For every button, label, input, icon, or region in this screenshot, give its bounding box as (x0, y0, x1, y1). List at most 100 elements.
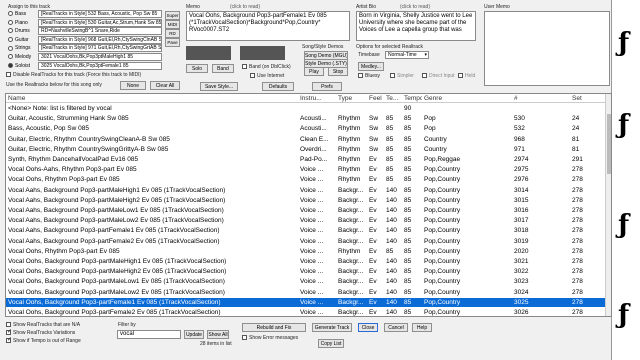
artist-bio-box[interactable]: Born in Virginia, Shelly Justice went to… (356, 11, 476, 41)
track-realtrack-field[interactable]: RD=NashvilleSwingB^1 Snare,Ride (38, 27, 162, 36)
table-row[interactable]: Vocal Oohs-Aahs, Rhythm Pop3-part Ev 085… (6, 165, 606, 174)
use-internet-option[interactable]: Use Internet (250, 73, 284, 79)
track-realtrack-field[interactable]: [RealTracks in Style] 971 Guit,El,Rh,Cty… (38, 44, 162, 53)
medley-button[interactable]: Medley... (358, 62, 384, 71)
column-header[interactable]: Instru... (300, 94, 336, 103)
clear-all-button[interactable]: Clear All (150, 81, 180, 90)
table-cell: 90 (404, 105, 412, 112)
show-na-option[interactable]: Show RealTracks that are N/A (6, 322, 80, 328)
help-button[interactable]: Help (412, 323, 432, 332)
track-radio-soloist[interactable]: Soloist (8, 63, 30, 69)
play-button[interactable]: Play (304, 67, 324, 76)
band-button[interactable]: Band (212, 64, 234, 73)
use-internet-label: Use Internet (257, 73, 285, 79)
none-button[interactable]: None (120, 81, 146, 90)
track-radio-drums[interactable]: Drums (8, 28, 30, 34)
track-radio-guitar[interactable]: Guitar (8, 37, 29, 43)
band-on-dblclick-option[interactable]: Band (on DblClick) (242, 64, 291, 70)
table-row[interactable]: Vocal Oohs, Background Pop3-partMaleHigh… (6, 267, 606, 276)
track-realtrack-field[interactable]: 3025 VocalOohs,Bk,Pop3ptFemale1 85 (38, 61, 162, 70)
scrollbar-thumb[interactable] (607, 114, 611, 174)
held-option[interactable]: Held (458, 73, 475, 79)
table-row[interactable]: Vocal Aahs, Background Pop3-partMaleHigh… (6, 196, 606, 205)
table-row[interactable]: Vocal Oohs, Background Pop3-partMaleLow2… (6, 288, 606, 297)
track-realtrack-field[interactable]: 3021 VocalOohs,Bk,Pop3ptMaleHigh1 85 (38, 53, 162, 61)
rebuild-button[interactable]: Rebuild and Fix (242, 323, 306, 332)
solo-button[interactable]: Solo (186, 64, 208, 73)
column-header[interactable]: Te... (386, 94, 402, 103)
track-realtrack-field[interactable]: [RealTracks in Style] 532 Bass, Acoustic… (38, 10, 162, 18)
save-style-button[interactable]: Save Style... (200, 82, 238, 91)
table-cell: Backgr... (338, 298, 364, 306)
copy-list-button[interactable]: Copy List (318, 339, 344, 348)
track-radio-melody[interactable]: Melody (8, 54, 31, 60)
table-row[interactable]: Vocal Aahs, Background Pop3-partMaleLow2… (6, 216, 606, 225)
close-button[interactable]: Close (358, 323, 378, 332)
table-row[interactable]: Vocal Aahs, Background Pop3-partFemale2 … (6, 237, 606, 246)
table-row[interactable]: Guitar, Electric, Rhythm CountrySwingGri… (6, 145, 606, 154)
table-cell: Pop,Country (424, 268, 461, 276)
column-header[interactable]: Tempo (404, 94, 422, 103)
table-row[interactable]: Vocal Oohs, Rhythm Pop3-part Ev 085 Voice… (6, 175, 606, 184)
options-title: Options for selected Realtrack (356, 44, 423, 50)
column-header[interactable]: Type (338, 94, 368, 103)
track-realtrack-field[interactable]: [RealTracks in Style] 530 Guitar,Ac,Stru… (38, 18, 162, 27)
show-all-button[interactable]: Show All (207, 330, 229, 339)
defaults-button[interactable]: Defaults (262, 82, 294, 91)
table-cell: Acousti... (300, 125, 327, 133)
column-header[interactable]: Feel (369, 94, 385, 103)
bluesy-option[interactable]: Bluesy (358, 73, 380, 79)
direct-input-option[interactable]: Direct Input (422, 73, 455, 79)
side-button-rd[interactable]: RD (165, 29, 180, 38)
table-scrollbar[interactable] (605, 94, 611, 316)
table-cell: 85 (404, 298, 412, 306)
table-cell: Vocal Aahs, Background Pop3-partMaleHigh… (8, 196, 226, 204)
table-row[interactable]: Vocal Oohs, Background Pop3-partMaleLow1… (6, 277, 606, 286)
table-row[interactable]: Synth, Rhythm DancehallVocalPad Ev16 085… (6, 155, 606, 164)
filter-input[interactable]: vocal (117, 330, 181, 339)
table-cell: Vocal Oohs, Background Pop3-partMaleLow2… (8, 288, 225, 296)
table-row[interactable]: Vocal Oohs, Rhythm Pop3-part Ev 085 Voice… (6, 247, 606, 256)
table-row[interactable]: Vocal Aahs, Background Pop3-partMaleHigh… (6, 186, 606, 195)
table-row[interactable]: Guitar, Electric, Rhythm CountrySwingCle… (6, 135, 606, 144)
simpler-option[interactable]: Simpler (390, 73, 414, 79)
table-row[interactable]: Vocal Oohs, Background Pop3-partMaleHigh… (6, 257, 606, 266)
track-realtrack-field[interactable]: [RealTracks in Style] 968 Guit,El,Rh,Cty… (38, 35, 162, 44)
table-cell: Rhythm (338, 247, 361, 255)
disable-realtracks-option[interactable]: Disable RealTracks for this track (Force… (6, 72, 141, 78)
column-header[interactable]: Set (572, 94, 602, 103)
table-row[interactable]: Vocal Aahs, Background Pop3-partFemale1 … (6, 226, 606, 235)
generate-track-button[interactable]: Generate Track (312, 323, 352, 332)
table-row[interactable]: Vocal Aahs, Background Pop3-partMaleLow1… (6, 206, 606, 215)
table-cell: Pop,Country (424, 166, 461, 174)
table-row[interactable]: <None> Note: list is filtered by vocal 90 (6, 104, 606, 113)
track-radio-strings[interactable]: Strings (8, 45, 31, 51)
table-cell: 85 (404, 145, 412, 153)
cancel-button[interactable]: Cancel (384, 323, 408, 332)
table-cell: Vocal Aahs, Background Pop3-partFemale1 … (8, 227, 220, 235)
side-button-super[interactable]: Super (165, 11, 180, 20)
artist-click-hint: (click to read) (400, 4, 431, 10)
memo-box[interactable]: Vocal Oohs, Background Pop3-partFemale1 … (186, 11, 350, 41)
table-cell: Ev (369, 207, 377, 214)
user-memo-box[interactable] (484, 11, 610, 86)
side-button-midi[interactable]: MIDI (165, 20, 180, 29)
table-row[interactable]: Vocal Oohs, Background Pop3-partFemale1 … (6, 297, 606, 307)
table-row[interactable]: Guitar, Acoustic, Strumming Hank Sw 085 A… (6, 114, 606, 123)
show-tempo-option[interactable]: Show if Tempo is out of Range (6, 336, 81, 344)
stop-button[interactable]: Stop (328, 67, 348, 76)
column-header[interactable]: Name (8, 94, 298, 103)
track-radio-bass[interactable]: Bass (8, 11, 26, 17)
column-header[interactable]: Genre (424, 94, 512, 103)
side-button-pave[interactable]: Pave (165, 38, 180, 47)
update-button[interactable]: Update (184, 330, 204, 339)
track-radio-piano[interactable]: Piano (8, 20, 28, 26)
column-header[interactable]: # (514, 94, 570, 103)
show-errors-option[interactable]: Show Error messages (242, 335, 298, 341)
table-cell: Rhythm (338, 115, 361, 123)
show-variations-option[interactable]: Show RealTracks Variations (6, 328, 75, 336)
prefs-button[interactable]: Prefs (312, 82, 342, 91)
table-row[interactable]: Bass, Acoustic, Pop Sw 085 Acousti... Rhyt… (6, 124, 606, 133)
timebase-select[interactable]: Normal-Time ▾ (385, 51, 429, 59)
table-row[interactable]: Vocal Oohs, Background Pop3-partFemale2 … (6, 308, 606, 316)
